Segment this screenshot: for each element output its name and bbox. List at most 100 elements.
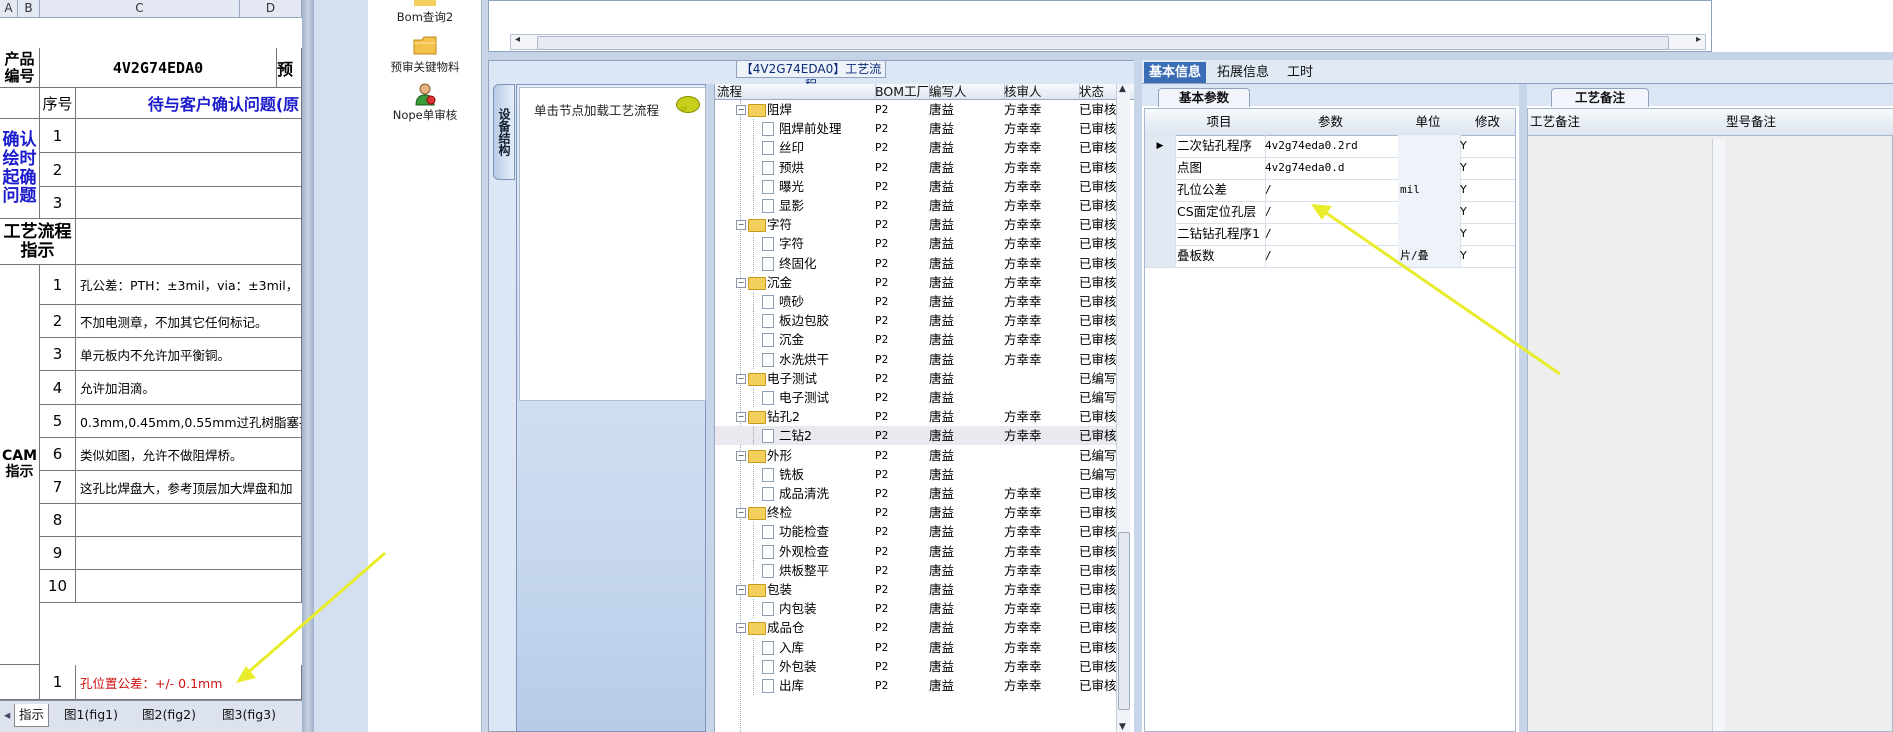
load-hint-box[interactable]: 单击节点加载工艺流程 [519,87,706,401]
sheet-tab-instruction[interactable]: 指示 [14,704,50,727]
splitter[interactable] [1134,60,1142,732]
blank-cell[interactable] [0,665,40,700]
cam-row-num[interactable]: 4 [40,371,76,405]
tree-row[interactable]: 铣板 P2 唐益 已编写 [715,464,1121,484]
splitter[interactable] [706,84,714,732]
param-unit-cell[interactable]: 片/叠 [1398,245,1461,267]
top-row-num[interactable]: 1 [40,119,76,153]
notes-scrollbar[interactable] [1712,139,1725,731]
param-row[interactable]: 二钻钻孔程序1/ Y [1145,223,1515,246]
collapse-toggle-icon[interactable]: − [736,277,746,288]
tree-vertical-scrollbar[interactable]: ▲ ▼ [1116,84,1130,732]
tree-row[interactable]: − 钻孔2 P2 唐益 方幸幸 已审核 [715,407,1121,426]
grid-header-modify[interactable]: 修改 [1458,109,1515,136]
param-item-cell[interactable]: 孔位公差 [1175,179,1266,201]
param-modify-cell[interactable]: Y [1458,157,1515,179]
scrollbar-thumb[interactable] [537,36,1669,50]
tab-basic-params[interactable]: 基本参数 [1158,88,1250,107]
seq-header-cell[interactable]: 序号 [40,88,76,119]
param-item-cell[interactable]: 叠板数 [1175,245,1266,267]
notes-header-model[interactable]: 型号备注 [1724,109,1893,136]
tree-row[interactable]: 外观检查 P2 唐益 方幸幸 已审核 [715,541,1121,561]
tree-row[interactable]: 水洗烘干 P2 唐益 方幸幸 已审核 [715,349,1121,369]
column-header-c[interactable]: C [40,0,240,18]
param-item-cell[interactable]: 二次钻孔程序 [1175,135,1266,157]
cam-row-text[interactable]: 孔公差：PTH：±3mil，via：±3mil， [76,265,302,305]
param-modify-cell[interactable]: Y [1458,201,1515,223]
param-item-cell[interactable]: 二钻钻孔程序1 [1175,223,1266,245]
tree-row[interactable]: 出库 P2 唐益 方幸幸 已审核 [715,676,1121,695]
row-header[interactable] [1145,201,1176,223]
cam-row-text[interactable]: 0.3mm,0.45mm,0.55mm过孔树脂塞孔+ [76,405,302,438]
tree-row[interactable]: − 终检 P2 唐益 方幸幸 已审核 [715,503,1121,522]
tree-row[interactable]: − 沉金 P2 唐益 方幸幸 已审核 [715,273,1121,292]
param-row[interactable]: CS面定位孔层 / Y [1145,201,1515,224]
col-header-reviewer[interactable]: 核审人 [1002,84,1080,100]
tree-row[interactable]: 丝印 P2 唐益 方幸幸 已审核 [715,138,1121,158]
tree-row[interactable]: 成品清洗 P2 唐益 方幸幸 已审核 [715,484,1121,503]
tree-row[interactable]: 阻焊前处理 P2 唐益 方幸幸 已审核 [715,119,1121,139]
param-modify-cell[interactable]: Y [1458,245,1515,267]
cam-row-num[interactable]: 2 [40,305,76,338]
splitter[interactable] [1519,84,1527,732]
side-tab-structure[interactable]: 设备结构 [493,84,515,180]
top-row-text[interactable] [76,119,302,153]
tree-row[interactable]: 功能检查 P2 唐益 方幸幸 已审核 [715,522,1121,542]
grid-header-unit[interactable]: 单位 [1398,109,1459,136]
tree-row[interactable]: 预烘 P2 唐益 方幸幸 已审核 [715,157,1121,177]
tab-process-notes[interactable]: 工艺备注 [1551,88,1649,107]
row-header[interactable] [1145,179,1176,201]
sheet-tab-fig2[interactable]: 图2(fig2) [138,704,200,726]
row-header[interactable] [1145,223,1176,245]
tree-row[interactable]: − 成品仓 P2 唐益 方幸幸 已审核 [715,618,1121,637]
param-value-cell[interactable]: / [1263,179,1401,201]
tree-row[interactable]: 电子测试 P2 唐益 已编写 [715,388,1121,407]
nav-item-bom-query[interactable]: Bom查询2 [368,0,482,25]
cam-row-num[interactable]: 3 [40,338,76,371]
column-header-b[interactable]: B [18,0,40,18]
row-header[interactable] [1145,245,1176,267]
tree-row[interactable]: 板边包胶 P2 唐益 方幸幸 已审核 [715,311,1121,331]
tree-row[interactable]: 显影 P2 唐益 方幸幸 已审核 [715,196,1121,215]
cam-row-text[interactable]: 类似如图，允许不做阻焊桥。 [76,438,302,471]
scroll-down-icon[interactable]: ▼ [1119,722,1126,732]
param-value-cell[interactable]: / [1263,223,1401,245]
cam-row-num[interactable]: 9 [40,537,76,570]
tree-row[interactable]: − 外形 P2 唐益 已编写 [715,446,1121,465]
cam-row-text[interactable]: 允许加泪滴。 [76,371,302,405]
tab-basic-info[interactable]: 基本信息 [1144,62,1207,83]
param-unit-cell[interactable]: mil [1398,179,1461,201]
cam-row-text[interactable]: 这孔比焊盘大，参考顶层加大焊盘和加 [76,471,302,504]
last-row-text[interactable]: 孔位置公差：+/- 0.1mm [76,665,302,700]
cam-row-text[interactable]: 单元板内不允许加平衡铜。 [76,338,302,371]
cam-row-text[interactable]: 不加电测章，不加其它任何标记。 [76,305,302,338]
tree-row[interactable]: − 阻焊 P2 唐益 方幸幸 已审核 [715,100,1121,119]
confirm-label-cell[interactable]: 确认绘时起确问题 [0,119,40,219]
param-row[interactable]: 叠板数 / 片/叠 Y [1145,245,1515,268]
tree-row[interactable]: − 字符 P2 唐益 方幸幸 已审核 [715,215,1121,234]
cam-row-num[interactable]: 5 [40,405,76,438]
sheet-tab-fig1[interactable]: 图1(fig1) [60,704,122,726]
scroll-up-icon[interactable]: ▲ [1119,84,1126,94]
param-row[interactable]: ▶ 二次钻孔程序 4v2g74eda0.2rd Y [1145,135,1515,158]
product-code-cell[interactable]: 4V2G74EDA0 [40,48,277,88]
collapse-toggle-icon[interactable]: − [736,450,746,461]
cam-row-num[interactable]: 1 [40,265,76,305]
col-header-writer[interactable]: 编写人 [927,84,1005,100]
tree-row[interactable]: 终固化 P2 唐益 方幸幸 已审核 [715,253,1121,273]
param-unit-cell[interactable] [1398,157,1461,179]
nav-item-key-materials[interactable]: 预审关键物料 [368,34,482,75]
param-value-cell[interactable]: / [1263,201,1401,223]
blank-cell[interactable] [0,88,40,119]
cam-label-cell[interactable]: CAM指示 [0,265,40,665]
tree-row[interactable]: 二钻2 P2 唐益 方幸幸 已审核 [715,426,1121,446]
collapse-toggle-icon[interactable]: − [736,105,746,115]
grid-header-param[interactable]: 参数 [1263,109,1399,136]
tree-row[interactable]: − 包装 P2 唐益 方幸幸 已审核 [715,580,1121,599]
scroll-right-icon[interactable]: ▸ [1696,34,1701,45]
product-label-cell[interactable]: 产品编号 [0,48,40,88]
tree-row[interactable]: 曝光 P2 唐益 方幸幸 已审核 [715,176,1121,196]
top-row-text[interactable] [76,187,302,219]
col-header-bom[interactable]: BOM工厂 [873,84,930,100]
tree-row[interactable]: 烘板整平 P2 唐益 方幸幸 已审核 [715,560,1121,580]
